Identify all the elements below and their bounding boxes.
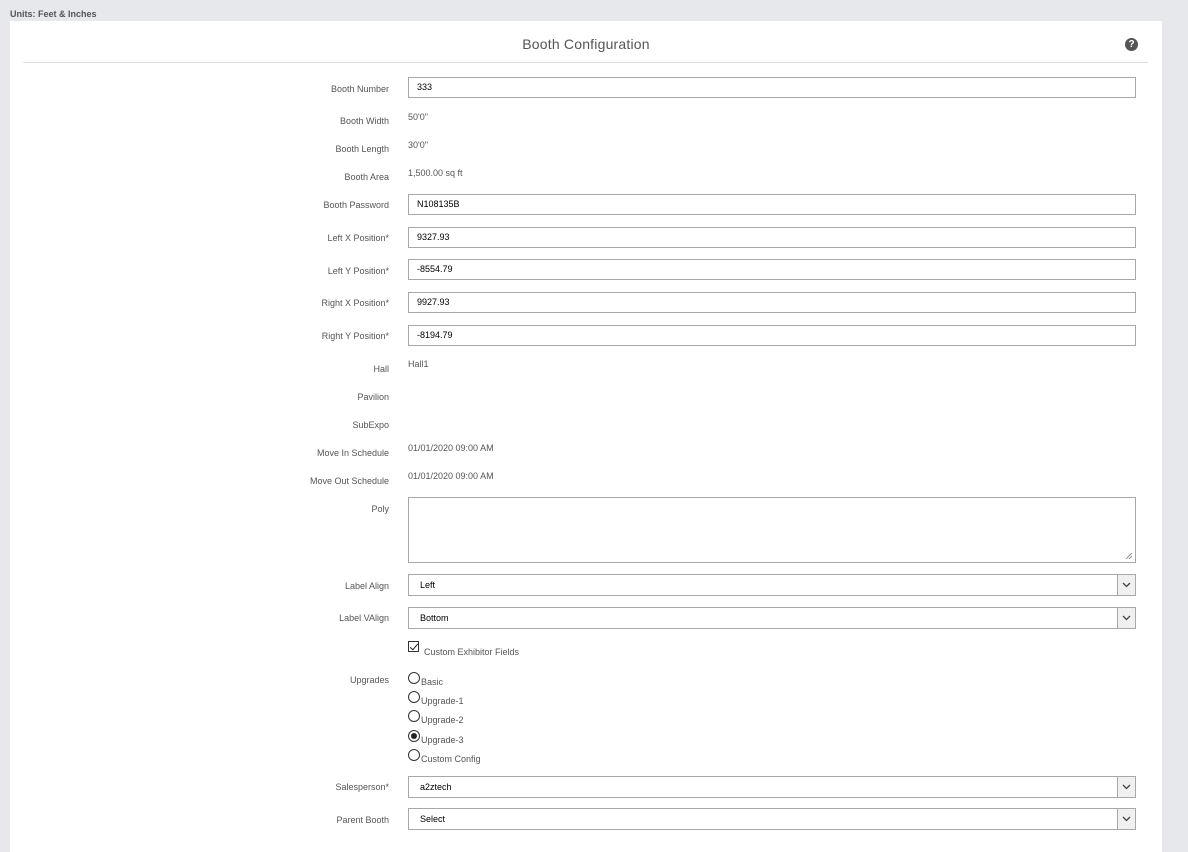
label-valign-value: Bottom bbox=[420, 613, 449, 623]
upgrade-custom-config-label: Custom Config bbox=[421, 754, 481, 764]
chevron-down-icon[interactable] bbox=[1117, 777, 1135, 797]
poly-label: Poly bbox=[371, 504, 389, 514]
label-valign-label: Label VAlign bbox=[339, 613, 389, 623]
move-out-value: 01/01/2020 09:00 AM bbox=[408, 471, 494, 481]
booth-password-input[interactable]: N108135B bbox=[408, 194, 1136, 215]
booth-area-value: 1,500.00 sq ft bbox=[408, 168, 463, 178]
label-align-label: Label Align bbox=[344, 581, 389, 591]
salesperson-label: Salesperson* bbox=[335, 782, 389, 792]
salesperson-value: a2ztech bbox=[420, 782, 452, 792]
right-x-label: Right X Position* bbox=[321, 298, 389, 308]
resize-grip-icon[interactable] bbox=[1126, 553, 1132, 559]
left-y-input[interactable]: -8554.79 bbox=[408, 259, 1136, 280]
page-title: Booth Configuration bbox=[522, 36, 650, 52]
move-out-label: Move Out Schedule bbox=[309, 476, 389, 486]
custom-exhibitor-fields-checkbox[interactable] bbox=[408, 641, 419, 652]
booth-length-label: Booth Length bbox=[335, 144, 389, 154]
booth-width-value: 50'0" bbox=[408, 112, 428, 122]
left-y-label: Left Y Position* bbox=[327, 266, 389, 276]
booth-number-label: Booth Number bbox=[330, 84, 389, 94]
parent-booth-value: Select bbox=[420, 814, 446, 824]
upgrade-3-label: Upgrade-3 bbox=[421, 735, 464, 745]
chevron-down-icon[interactable] bbox=[1117, 608, 1135, 628]
booth-area-label: Booth Area bbox=[344, 172, 389, 182]
right-y-input[interactable]: -8194.79 bbox=[408, 325, 1136, 346]
units-label: Units: Feet & Inches bbox=[10, 9, 97, 19]
poly-textarea[interactable] bbox=[408, 497, 1136, 563]
right-x-input[interactable]: 9927.93 bbox=[408, 292, 1136, 313]
left-x-input[interactable]: 9327.93 bbox=[408, 227, 1136, 248]
upgrade-1-radio[interactable] bbox=[408, 691, 420, 703]
booth-length-value: 30'0" bbox=[408, 140, 428, 150]
chevron-down-icon[interactable] bbox=[1117, 575, 1135, 595]
label-valign-select[interactable]: Bottom bbox=[408, 607, 1136, 629]
booth-number-input[interactable]: 333 bbox=[408, 77, 1136, 98]
move-in-value: 01/01/2020 09:00 AM bbox=[408, 443, 494, 453]
hall-value: Hall1 bbox=[408, 359, 429, 369]
hall-label: Hall bbox=[373, 364, 389, 374]
title-divider bbox=[23, 62, 1148, 63]
upgrades-label: Upgrades bbox=[349, 675, 389, 685]
move-in-label: Move In Schedule bbox=[316, 448, 389, 458]
upgrade-custom-config-radio[interactable] bbox=[408, 749, 420, 761]
upgrade-1-label: Upgrade-1 bbox=[421, 696, 464, 706]
booth-configuration-panel: Booth Configuration ? Booth Number 333 B… bbox=[10, 21, 1162, 852]
left-x-label: Left X Position* bbox=[327, 233, 389, 243]
parent-booth-label: Parent Booth bbox=[336, 815, 389, 825]
chevron-down-icon[interactable] bbox=[1117, 809, 1135, 829]
label-align-select[interactable]: Left bbox=[408, 574, 1136, 596]
booth-password-label: Booth Password bbox=[323, 200, 389, 210]
upgrade-2-label: Upgrade-2 bbox=[421, 715, 464, 725]
right-y-label: Right Y Position* bbox=[321, 331, 389, 341]
booth-width-label: Booth Width bbox=[339, 116, 389, 126]
parent-booth-select[interactable]: Select bbox=[408, 808, 1136, 830]
upgrade-basic-label: Basic bbox=[421, 677, 444, 687]
upgrade-2-radio[interactable] bbox=[408, 710, 420, 722]
salesperson-select[interactable]: a2ztech bbox=[408, 776, 1136, 798]
label-align-value: Left bbox=[420, 580, 436, 590]
upgrade-3-radio[interactable] bbox=[408, 730, 420, 742]
help-icon[interactable]: ? bbox=[1125, 38, 1138, 51]
custom-exhibitor-fields-label: Custom Exhibitor Fields bbox=[424, 647, 520, 657]
pavilion-label: Pavilion bbox=[357, 392, 389, 402]
upgrade-basic-radio[interactable] bbox=[408, 672, 420, 684]
subexpo-label: SubExpo bbox=[352, 420, 389, 430]
